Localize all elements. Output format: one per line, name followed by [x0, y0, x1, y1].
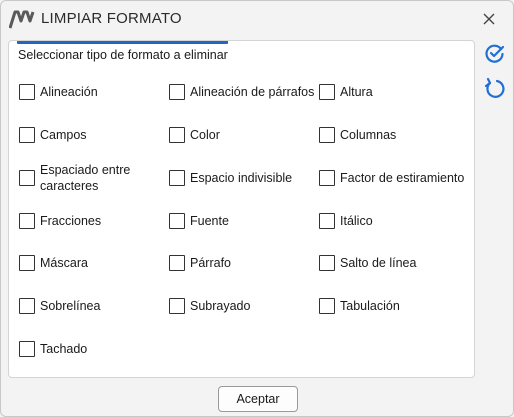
option-sobrelinea[interactable]: Sobrelínea: [19, 298, 100, 314]
option-label: Subrayado: [190, 299, 251, 313]
option-label: Altura: [340, 85, 373, 99]
checkbox[interactable]: [19, 298, 35, 314]
reset-button[interactable]: [483, 77, 507, 101]
panel-accent-bar: [17, 41, 228, 44]
checkbox[interactable]: [319, 84, 335, 100]
window-title: LIMPIAR FORMATO: [41, 10, 182, 27]
checkbox[interactable]: [319, 298, 335, 314]
option-label: Alineación de párrafos: [190, 85, 315, 99]
close-button[interactable]: [479, 9, 499, 29]
options-panel: Seleccionar tipo de formato a eliminar A…: [8, 40, 475, 378]
option-factor-estiramiento[interactable]: Factor de estiramiento: [319, 170, 464, 186]
option-label: Salto de línea: [340, 256, 417, 270]
dialog-window: LIMPIAR FORMATO Seleccionar tipo de form…: [0, 0, 514, 417]
option-parrafo[interactable]: Párrafo: [169, 255, 231, 271]
option-label: Espaciado entre caracteres: [40, 163, 131, 193]
option-color[interactable]: Color: [169, 127, 220, 143]
option-columnas[interactable]: Columnas: [319, 127, 396, 143]
option-label: Espacio indivisible: [190, 171, 293, 185]
option-label: Párrafo: [190, 256, 231, 270]
option-label: Tabulación: [340, 299, 400, 313]
option-label: Tachado: [40, 342, 88, 356]
checkbox[interactable]: [19, 341, 35, 357]
option-label: Campos: [40, 128, 87, 142]
option-espacio-indivisible[interactable]: Espacio indivisible: [169, 170, 292, 186]
checkbox[interactable]: [19, 84, 35, 100]
accept-button[interactable]: Aceptar: [218, 386, 298, 412]
option-label: Columnas: [340, 128, 397, 142]
option-label: Factor de estiramiento: [340, 171, 465, 185]
option-salto-de-linea[interactable]: Salto de línea: [319, 255, 416, 271]
option-label: Fracciones: [40, 214, 102, 228]
option-tabulacion[interactable]: Tabulación: [319, 298, 400, 314]
select-all-button[interactable]: [483, 41, 507, 65]
option-label: Fuente: [190, 214, 229, 228]
checkbox[interactable]: [19, 127, 35, 143]
checkbox[interactable]: [319, 255, 335, 271]
option-subrayado[interactable]: Subrayado: [169, 298, 250, 314]
checkbox[interactable]: [169, 127, 185, 143]
checkbox[interactable]: [319, 170, 335, 186]
checkbox[interactable]: [19, 255, 35, 271]
option-tachado[interactable]: Tachado: [19, 341, 87, 357]
checkbox[interactable]: [169, 170, 185, 186]
reset-icon: [484, 77, 505, 98]
checkbox[interactable]: [319, 127, 335, 143]
checkbox[interactable]: [319, 213, 335, 229]
option-altura[interactable]: Altura: [319, 84, 373, 100]
title-bar: LIMPIAR FORMATO: [1, 1, 513, 37]
checkbox[interactable]: [169, 84, 185, 100]
panel-heading: Seleccionar tipo de formato a eliminar: [18, 48, 228, 62]
checkbox[interactable]: [169, 298, 185, 314]
option-fuente[interactable]: Fuente: [169, 213, 229, 229]
option-label: Sobrelínea: [40, 299, 101, 313]
close-icon: [483, 13, 495, 25]
option-label: Itálico: [340, 214, 373, 228]
checkbox[interactable]: [169, 255, 185, 271]
checkbox[interactable]: [169, 213, 185, 229]
check-all-icon: [485, 44, 505, 63]
option-espaciado-entre-caracteres[interactable]: Espaciado entre caracteres: [19, 162, 150, 194]
checkbox[interactable]: [19, 213, 35, 229]
option-label: Color: [190, 128, 220, 142]
option-italico[interactable]: Itálico: [319, 213, 373, 229]
checkbox[interactable]: [19, 170, 35, 186]
option-alineacion-parrafos[interactable]: Alineación de párrafos: [169, 84, 314, 100]
option-label: Máscara: [40, 256, 88, 270]
option-mascara[interactable]: Máscara: [19, 255, 88, 271]
option-label: Alineación: [40, 85, 98, 99]
option-fracciones[interactable]: Fracciones: [19, 213, 101, 229]
option-campos[interactable]: Campos: [19, 127, 87, 143]
option-alineacion[interactable]: Alineación: [19, 84, 98, 100]
app-logo-icon: [8, 9, 35, 29]
